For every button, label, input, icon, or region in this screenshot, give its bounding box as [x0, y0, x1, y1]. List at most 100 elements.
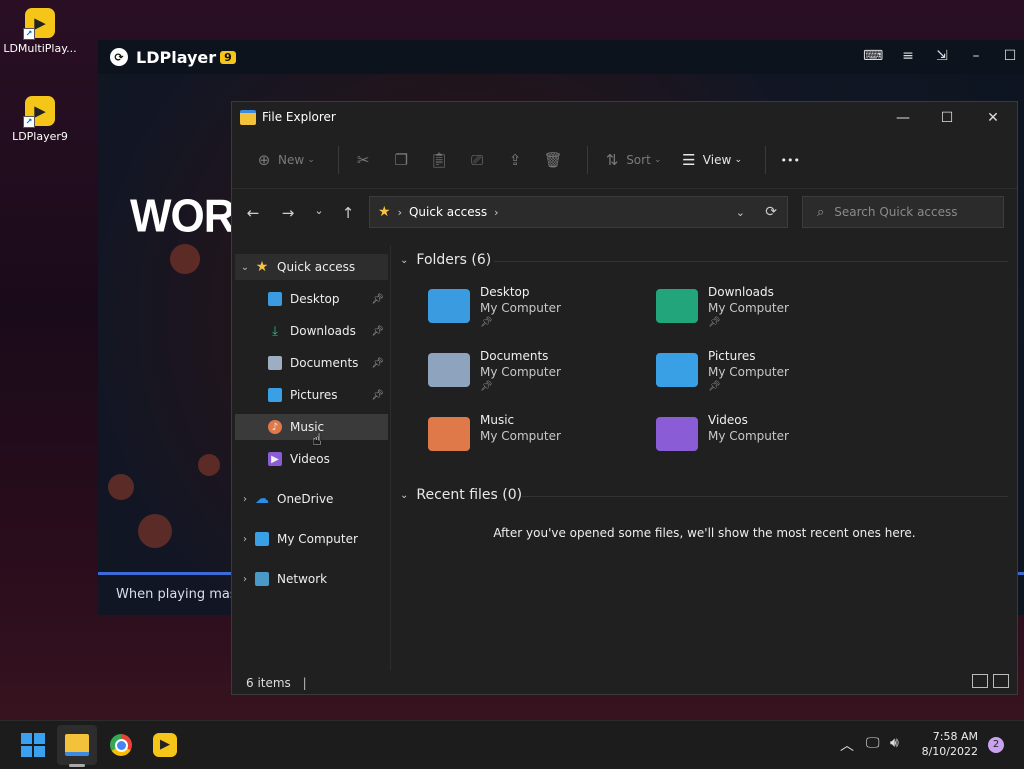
view-list-icon: ☰ [682, 151, 696, 169]
network-icon [255, 572, 269, 586]
minimize-button[interactable]: — [880, 106, 926, 130]
chevron-right-icon[interactable]: › [235, 574, 255, 585]
sidebar-item-my-computer[interactable]: › My Computer [235, 526, 388, 552]
forward-button[interactable]: → [277, 204, 299, 222]
folder-name: Downloads [708, 285, 774, 299]
sidebar-item-videos[interactable]: ▶ Videos [268, 446, 388, 472]
pin-icon: 📌︎ [371, 325, 384, 337]
address-location[interactable]: Quick access [409, 205, 487, 219]
folders-section-header[interactable]: ⌄ Folders (6) [400, 252, 491, 268]
share-button[interactable]: ⇪ [501, 145, 529, 175]
up-button[interactable]: ↑ [337, 204, 359, 222]
status-divider: | [302, 676, 307, 690]
folder-tile-desktop[interactable]: Desktop My Computer 📌︎ [428, 285, 648, 341]
sidebar-item-label: Desktop [290, 292, 340, 306]
ldplayer-logo-icon: ⟳ [110, 48, 128, 66]
refresh-icon[interactable]: ⟳ [765, 204, 777, 220]
copy-button[interactable]: ❐ [387, 145, 415, 175]
paste-button[interactable]: 📋︎ [425, 145, 453, 175]
sidebar-item-label: OneDrive [277, 492, 334, 506]
desktop-icon-label: LDMultiPlay... [3, 42, 77, 55]
music-folder-icon [428, 417, 470, 451]
sidebar-item-onedrive[interactable]: › ☁ OneDrive [235, 486, 388, 512]
toolbar-divider [765, 146, 767, 174]
sidebar-item-pictures[interactable]: Pictures 📌︎ [268, 382, 388, 408]
recent-locations-button[interactable]: ⌄ [308, 204, 330, 217]
sort-icon: ⇅ [605, 151, 619, 169]
sidebar-item-documents[interactable]: Documents 📌︎ [268, 350, 388, 376]
plus-circle-icon: ⊕ [257, 151, 271, 169]
folder-location: My Computer [708, 429, 789, 443]
folder-tile-documents[interactable]: Documents My Computer 📌︎ [428, 349, 648, 405]
chevron-right-icon[interactable]: › [235, 534, 255, 545]
new-button[interactable]: ⊕ New ⌄ [250, 145, 318, 175]
toolbar-divider [587, 146, 589, 174]
copy-icon: ❐ [394, 151, 408, 169]
delete-button[interactable]: 🗑︎ [539, 145, 567, 175]
address-dropdown-icon[interactable]: ⌄ [736, 206, 745, 219]
minimize-icon[interactable]: – [966, 48, 986, 64]
more-options-button[interactable]: ••• [776, 145, 804, 175]
sidebar-item-downloads[interactable]: ⤓ Downloads 📌︎ [268, 318, 388, 344]
recent-section-header[interactable]: ⌄ Recent files (0) [400, 487, 522, 503]
show-hidden-icons-button[interactable]: ︿ [840, 735, 854, 755]
sort-button[interactable]: ⇅ Sort ⌄ [598, 145, 665, 175]
volume-icon[interactable]: 🔊︎ [890, 735, 899, 751]
ember-decoration [170, 244, 200, 274]
sort-label: Sort [626, 153, 651, 167]
sidebar-item-network[interactable]: › Network [235, 566, 388, 592]
ldplayer-taskbar-button[interactable]: ▶ [151, 731, 179, 759]
status-bar: 6 items | [246, 676, 307, 690]
folder-location: My Computer [708, 301, 789, 315]
item-count: 6 items [246, 676, 291, 690]
chevron-right-icon[interactable]: › [235, 494, 255, 505]
picture-icon [268, 388, 282, 402]
folder-tile-pictures[interactable]: Pictures My Computer 📌︎ [656, 349, 876, 405]
folder-name: Pictures [708, 349, 756, 363]
cut-button[interactable]: ✂ [349, 145, 377, 175]
search-box[interactable]: ⌕ Search Quick access [802, 196, 1004, 228]
folder-icon [65, 734, 89, 756]
chevron-right-icon[interactable]: › [494, 206, 498, 219]
folder-tile-videos[interactable]: Videos My Computer [656, 413, 876, 469]
chevron-down-icon: ⌄ [400, 489, 409, 501]
sidebar-item-desktop[interactable]: Desktop 📌︎ [268, 286, 388, 312]
back-button[interactable]: ← [242, 204, 264, 222]
clock[interactable]: 7:58 AM 8/10/2022 [918, 729, 978, 759]
folder-tile-downloads[interactable]: Downloads My Computer 📌︎ [656, 285, 876, 341]
desktop-icon-ldplayer9[interactable]: ▶ ↗ LDPlayer9 [0, 96, 80, 143]
address-bar[interactable]: ★ › Quick access › ⌄ ⟳ [369, 196, 788, 228]
game-subtitle: When playing massi [116, 587, 248, 602]
download-icon: ⤓ [272, 323, 278, 339]
taskbar: ▶ ︿ 🖵︎ 🔊︎ 7:58 AM 8/10/2022 2 [0, 720, 1024, 769]
chrome-taskbar-button[interactable] [107, 731, 135, 759]
details-view-button[interactable] [972, 674, 988, 688]
maximize-button[interactable]: ☐ [924, 106, 970, 130]
restore-icon[interactable]: ⇲ [932, 48, 952, 64]
start-button[interactable] [19, 731, 47, 759]
desktop-icon-label: LDPlayer9 [12, 130, 68, 143]
desktop-icon-ldmultiplayer[interactable]: ▶ ↗ LDMultiPlay... [0, 8, 80, 55]
scissors-icon: ✂ [356, 151, 370, 169]
chevron-down-icon[interactable]: ⌄ [235, 262, 255, 273]
sidebar-item-quick-access[interactable]: ⌄ ★ Quick access [235, 254, 388, 280]
notification-badge[interactable]: 2 [988, 737, 1004, 753]
rename-button[interactable]: ⎚ [463, 145, 491, 175]
computer-icon [255, 532, 269, 546]
menu-icon[interactable]: ≡ [898, 48, 918, 64]
folder-tile-music[interactable]: Music My Computer [428, 413, 648, 469]
network-status-icon[interactable]: 🖵︎ [866, 735, 880, 751]
close-button[interactable]: ✕ [970, 106, 1016, 130]
section-divider [522, 496, 1008, 497]
document-icon [268, 356, 282, 370]
desktop-icon [268, 292, 282, 306]
view-button[interactable]: ☰ View ⌄ [675, 145, 745, 175]
file-explorer-taskbar-button[interactable] [63, 731, 91, 759]
ember-decoration [198, 454, 220, 476]
sidebar-item-label: Quick access [277, 260, 356, 274]
folder-location: My Computer [480, 429, 561, 443]
tiles-view-button[interactable] [993, 674, 1009, 688]
maximize-icon[interactable]: ☐ [1000, 48, 1020, 64]
clock-time: 7:58 AM [932, 730, 978, 743]
gamepad-icon[interactable]: ⌨ [863, 48, 883, 64]
